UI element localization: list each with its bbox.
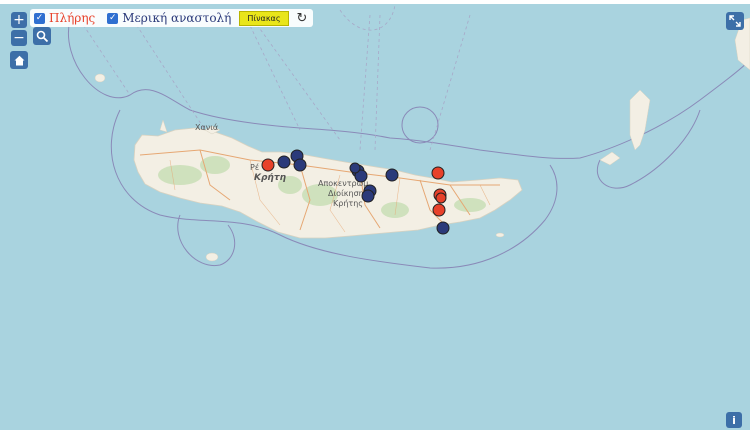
marker-partial[interactable] [293,158,307,172]
search-button[interactable] [33,27,51,45]
refresh-icon[interactable]: ↻ [297,11,308,26]
label-admin-2: Διοίκηση [328,189,364,198]
marker-full[interactable] [261,158,275,172]
label-chania: Χανιά [195,123,218,132]
search-icon [36,30,48,42]
marker-partial[interactable] [436,221,450,235]
label-crete: Κρήτη [254,173,287,183]
marker-full[interactable] [431,166,445,180]
marker-partial[interactable] [349,162,361,174]
map-canvas[interactable]: Χανιά Ρέ Κρήτη Αποκεντρωμ Διοίκηση Κρήτη… [0,0,750,430]
expand-icon [729,15,741,27]
zoom-in-button[interactable]: + [11,12,27,28]
fullscreen-button[interactable] [726,12,744,30]
label-rethymno: Ρέ [250,162,259,172]
marker-partial[interactable] [277,155,291,169]
marker-full[interactable] [435,192,447,204]
marker-partial[interactable] [361,189,375,203]
partial-checkbox[interactable]: ✓ [107,12,119,24]
zoom-out-button[interactable]: − [11,30,27,46]
label-admin-3: Κρήτης [333,199,363,208]
info-button[interactable]: i [726,412,742,428]
home-icon [14,55,24,65]
partial-label: Μερική αναστολή [122,11,232,25]
legend-bar: ✓ Πλήρης ✓ Μερική αναστολή Πίνακας ↻ [30,9,314,27]
marker-partial[interactable] [385,168,399,182]
full-label: Πλήρης [49,11,96,25]
home-button[interactable] [10,51,28,69]
full-checkbox[interactable]: ✓ [34,12,45,24]
top-edge [0,0,750,4]
table-button[interactable]: Πίνακας [239,10,289,26]
marker-full[interactable] [432,203,446,217]
